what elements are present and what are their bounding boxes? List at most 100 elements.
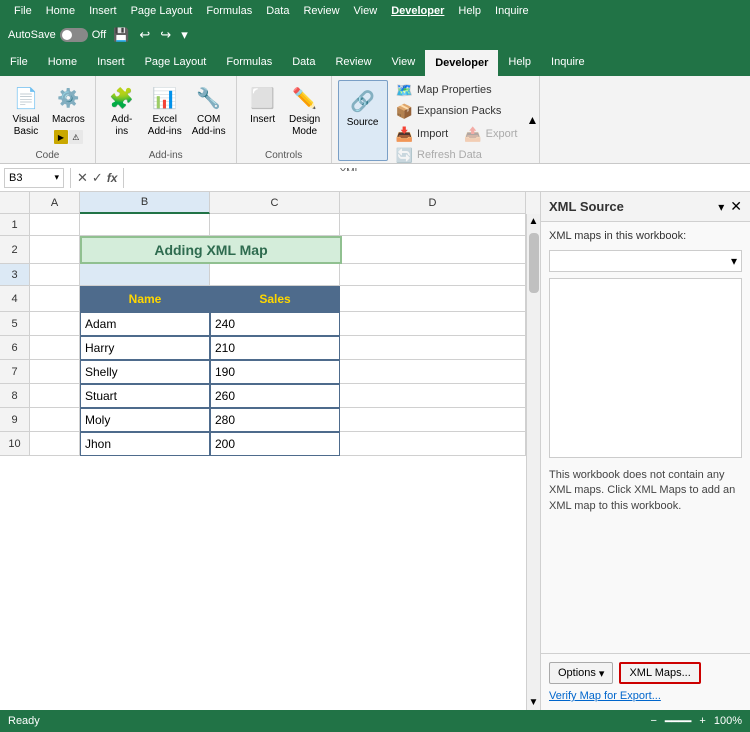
cell-b10[interactable]: Jhon <box>80 432 210 456</box>
cell-ref-dropdown-icon[interactable]: ▾ <box>54 172 59 183</box>
row-header-10[interactable]: 10 <box>0 432 30 456</box>
cell-a8[interactable] <box>30 384 80 408</box>
cell-c10[interactable]: 200 <box>210 432 340 456</box>
scroll-up-btn[interactable]: ▲ <box>527 214 540 229</box>
status-zoom-slider[interactable]: ━━━━ <box>665 715 692 728</box>
cell-d6[interactable] <box>340 336 526 360</box>
row-header-6[interactable]: 6 <box>0 336 30 360</box>
menu-formulas[interactable]: Formulas <box>200 3 258 19</box>
menu-insert[interactable]: Insert <box>83 3 123 19</box>
cell-b1[interactable] <box>80 214 210 236</box>
row-header-4[interactable]: 4 <box>0 286 30 312</box>
insert-control-btn[interactable]: ⬜ Insert <box>243 80 283 128</box>
cell-d3[interactable] <box>340 264 526 286</box>
export-btn[interactable]: 📤 Export <box>460 124 521 144</box>
cell-b8[interactable]: Stuart <box>80 384 210 408</box>
formula-input[interactable] <box>130 171 746 185</box>
tab-view[interactable]: View <box>382 48 426 76</box>
menu-pagelayout[interactable]: Page Layout <box>125 3 199 19</box>
scroll-down-btn[interactable]: ▼ <box>527 695 540 710</box>
cell-d1[interactable] <box>340 214 526 236</box>
undo-icon[interactable]: ↩ <box>136 25 153 45</box>
menu-inquire[interactable]: Inquire <box>489 3 535 19</box>
menu-developer[interactable]: Developer <box>385 3 450 19</box>
excel-addins-btn[interactable]: 📊 ExcelAdd-ins <box>144 80 186 140</box>
tab-review[interactable]: Review <box>325 48 381 76</box>
addins-btn[interactable]: 🧩 Add-ins <box>102 80 142 140</box>
confirm-formula-icon[interactable]: ✓ <box>92 170 103 186</box>
row-header-2[interactable]: 2 <box>0 236 30 264</box>
visual-basic-btn[interactable]: 📄 VisualBasic <box>6 80 46 140</box>
customize-icon[interactable]: ▾ <box>178 25 191 45</box>
cell-a2[interactable] <box>30 236 80 264</box>
cell-d2[interactable] <box>342 236 526 264</box>
refresh-data-btn[interactable]: 🔄 Refresh Data <box>392 145 522 165</box>
tab-data[interactable]: Data <box>282 48 325 76</box>
autosave-toggle[interactable]: AutoSave Off <box>8 28 106 42</box>
cell-a1[interactable] <box>30 214 80 236</box>
cell-b4[interactable]: Name <box>80 286 210 312</box>
cancel-formula-icon[interactable]: ✕ <box>77 170 88 186</box>
xml-maps-dropdown[interactable]: ▾ <box>549 250 742 272</box>
tab-home[interactable]: Home <box>38 48 87 76</box>
xml-group-collapse[interactable]: ▲ <box>525 76 539 163</box>
tab-inquire[interactable]: Inquire <box>541 48 595 76</box>
cell-a4[interactable] <box>30 286 80 312</box>
cell-c8[interactable]: 260 <box>210 384 340 408</box>
cell-d4[interactable] <box>340 286 526 312</box>
cell-a3[interactable] <box>30 264 80 286</box>
cell-b3[interactable] <box>80 264 210 286</box>
options-btn[interactable]: Options ▾ <box>549 662 613 684</box>
autosave-pill[interactable] <box>60 28 88 42</box>
cell-c5[interactable]: 240 <box>210 312 340 336</box>
col-header-b[interactable]: B <box>80 192 210 214</box>
status-zoom-in[interactable]: + <box>699 715 705 727</box>
xml-panel-close-icon[interactable]: ✕ <box>730 198 742 215</box>
cell-c4[interactable]: Sales <box>210 286 340 312</box>
map-properties-btn[interactable]: 🗺️ Map Properties <box>392 80 522 100</box>
cell-d7[interactable] <box>340 360 526 384</box>
xml-panel-dropdown-icon[interactable]: ▾ <box>718 200 724 214</box>
cell-a10[interactable] <box>30 432 80 456</box>
cell-b2[interactable]: Adding XML Map <box>80 236 342 264</box>
import-btn[interactable]: 📥 Import <box>392 124 453 144</box>
source-btn[interactable]: 🔗 Source <box>338 80 388 161</box>
cell-b9[interactable]: Moly <box>80 408 210 432</box>
cell-ref-box[interactable]: B3 ▾ <box>4 168 64 188</box>
menu-view[interactable]: View <box>348 3 384 19</box>
row-header-9[interactable]: 9 <box>0 408 30 432</box>
cell-b5[interactable]: Adam <box>80 312 210 336</box>
row-header-5[interactable]: 5 <box>0 312 30 336</box>
col-header-d[interactable]: D <box>340 192 526 214</box>
menu-review[interactable]: Review <box>297 3 345 19</box>
cell-c3[interactable] <box>210 264 340 286</box>
cell-a5[interactable] <box>30 312 80 336</box>
design-mode-btn[interactable]: ✏️ DesignMode <box>285 80 325 140</box>
scroll-thumb[interactable] <box>529 233 539 293</box>
cell-d10[interactable] <box>340 432 526 456</box>
cell-c9[interactable]: 280 <box>210 408 340 432</box>
macros-btn[interactable]: ⚙️ Macros <box>48 80 89 128</box>
redo-icon[interactable]: ↪ <box>157 25 174 45</box>
row-header-1[interactable]: 1 <box>0 214 30 236</box>
menu-help[interactable]: Help <box>452 3 487 19</box>
tab-developer[interactable]: Developer <box>425 48 498 76</box>
cell-d5[interactable] <box>340 312 526 336</box>
cell-b6[interactable]: Harry <box>80 336 210 360</box>
vertical-scrollbar[interactable]: ▲ ▼ <box>526 214 540 710</box>
row-header-8[interactable]: 8 <box>0 384 30 408</box>
col-header-a[interactable]: A <box>30 192 80 214</box>
cell-a6[interactable] <box>30 336 80 360</box>
cell-d9[interactable] <box>340 408 526 432</box>
expansion-packs-btn[interactable]: 📦 Expansion Packs <box>392 101 522 121</box>
cell-b7[interactable]: Shelly <box>80 360 210 384</box>
tab-file[interactable]: File <box>0 48 38 76</box>
xml-maps-btn[interactable]: XML Maps... <box>619 662 700 684</box>
row-header-7[interactable]: 7 <box>0 360 30 384</box>
cell-c6[interactable]: 210 <box>210 336 340 360</box>
tab-help[interactable]: Help <box>498 48 541 76</box>
col-header-c[interactable]: C <box>210 192 340 214</box>
tab-formulas[interactable]: Formulas <box>216 48 282 76</box>
cell-c7[interactable]: 190 <box>210 360 340 384</box>
status-zoom-out[interactable]: − <box>650 715 656 727</box>
